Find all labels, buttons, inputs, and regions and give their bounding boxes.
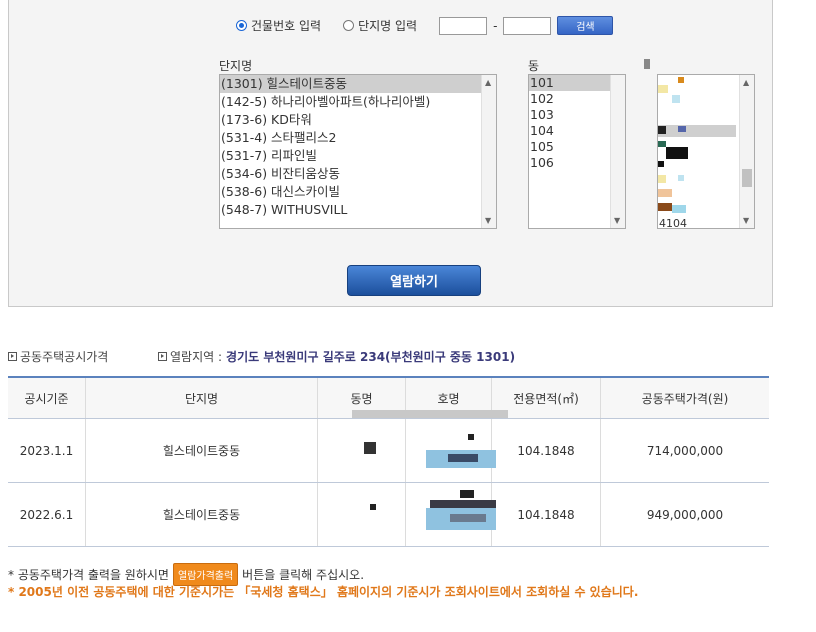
view-button[interactable]: 열람하기 [347,265,481,296]
cell-price: 949,000,000 [600,482,769,547]
scroll-down-icon[interactable]: ▼ [485,216,491,225]
dong-list-label: 동 [528,59,540,73]
complex-list-item[interactable]: (548-7) WITHUSVILL [220,201,496,219]
region-label: 열람지역 : [170,350,223,364]
dong-list-item[interactable]: 106 [529,155,610,171]
dong-list-item[interactable]: 104 [529,123,610,139]
scroll-up-icon[interactable]: ▲ [485,78,491,87]
region-value: 경기도 부천원미구 길주로 234(부천원미구 중동 1301) [226,350,516,364]
complex-list-item[interactable]: (1301) 힐스테이트중동 [220,75,496,93]
col-date: 공시기준 [8,376,86,419]
section-title: 공동주택공시가격 [8,348,108,365]
mask-pixel [460,490,474,498]
mask-pixel [364,442,376,454]
cell-date: 2022.6.1 [8,482,86,547]
complex-list-item[interactable]: (142-5) 하나리아벨아파트(하나리아벨) [220,93,496,111]
cell-complex: 힐스테이트중동 [85,418,318,483]
cell-dong-masked [317,482,406,547]
complex-list-item[interactable]: (531-7) 리파인빌 [220,147,496,165]
radio-building-number[interactable] [236,20,247,31]
hometax-note: * 2005년 이전 공동주택에 대한 기준시가는 「국세청 홈택스」 홈페이지… [8,585,639,599]
search-mode-row: 건물번호 입력 단지명 입력 - 검색 [236,16,614,35]
ho-label-masked [644,59,650,69]
mask-bar [352,410,508,418]
ho-list-scrollbar[interactable]: ▲ ▼ [739,75,754,228]
dong-list-item[interactable]: 101 [529,75,610,91]
col-price: 공동주택가격(원) [600,376,769,419]
radio-complex-name-label: 단지명 입력 [358,19,418,33]
ho-scroll-thumb[interactable] [742,169,752,187]
table-row: 2022.6.1 힐스테이트중동 104.1848 949,000,000 [8,482,769,547]
cell-dong-masked [317,418,406,483]
radio-building-number-label: 건물번호 입력 [251,19,322,33]
cell-date: 2023.1.1 [8,418,86,483]
complex-list-item[interactable]: (173-6) KD타워 [220,111,496,129]
scroll-down-icon[interactable]: ▼ [743,216,749,225]
complex-listbox[interactable]: (1301) 힐스테이트중동 (142-5) 하나리아벨아파트(하나리아벨) (17… [219,74,497,229]
building-number-input-1[interactable] [439,16,488,35]
ho-item-partial[interactable]: 4104 [659,217,687,228]
dong-listbox[interactable]: 101 102 103 104 105 106 ▼ [528,74,626,229]
dong-list-scrollbar[interactable]: ▼ [610,75,625,228]
complex-list-scrollbar[interactable]: ▲ ▼ [481,75,496,228]
cell-complex: 힐스테이트중동 [85,482,318,547]
complex-list-label: 단지명 [219,59,253,73]
price-table: 공시기준 단지명 동명 호명 전용면적(㎡) 공동주택가격(원) 2023.1.… [8,376,769,547]
mask-pixel [450,514,486,522]
cell-price: 714,000,000 [600,418,769,483]
scroll-down-icon[interactable]: ▼ [614,216,620,225]
building-number-input-2[interactable] [503,16,552,35]
dong-list-item[interactable]: 105 [529,139,610,155]
mask-pixel [448,454,478,462]
table-row: 2023.1.1 힐스테이트중동 104.1848 714,000,000 [8,418,769,483]
dong-list-item[interactable]: 103 [529,107,610,123]
ho-listbox[interactable]: 4104 ▲ ▼ [657,74,755,229]
mask-pixel [468,434,474,440]
dong-list-item[interactable]: 102 [529,91,610,107]
scroll-up-icon[interactable]: ▲ [743,78,749,87]
search-button[interactable]: 검색 [557,16,614,35]
complex-list-item[interactable]: (531-4) 스타팰리스2 [220,129,496,147]
complex-list-item[interactable]: (534-6) 비잔티움상동 [220,165,496,183]
cell-area: 104.1848 [491,482,601,547]
mask-pixel [370,504,376,510]
complex-list-item[interactable]: (538-6) 대신스카이빌 [220,183,496,201]
mask-pixel [430,500,496,508]
arrow-box-icon [158,352,167,361]
dash-separator: - [493,18,498,33]
cell-area: 104.1848 [491,418,601,483]
region-info: 열람지역 : 경기도 부천원미구 길주로 234(부천원미구 중동 1301) [158,348,515,365]
arrow-box-icon [8,352,17,361]
radio-complex-name[interactable] [343,20,355,31]
col-complex: 단지명 [85,376,318,419]
